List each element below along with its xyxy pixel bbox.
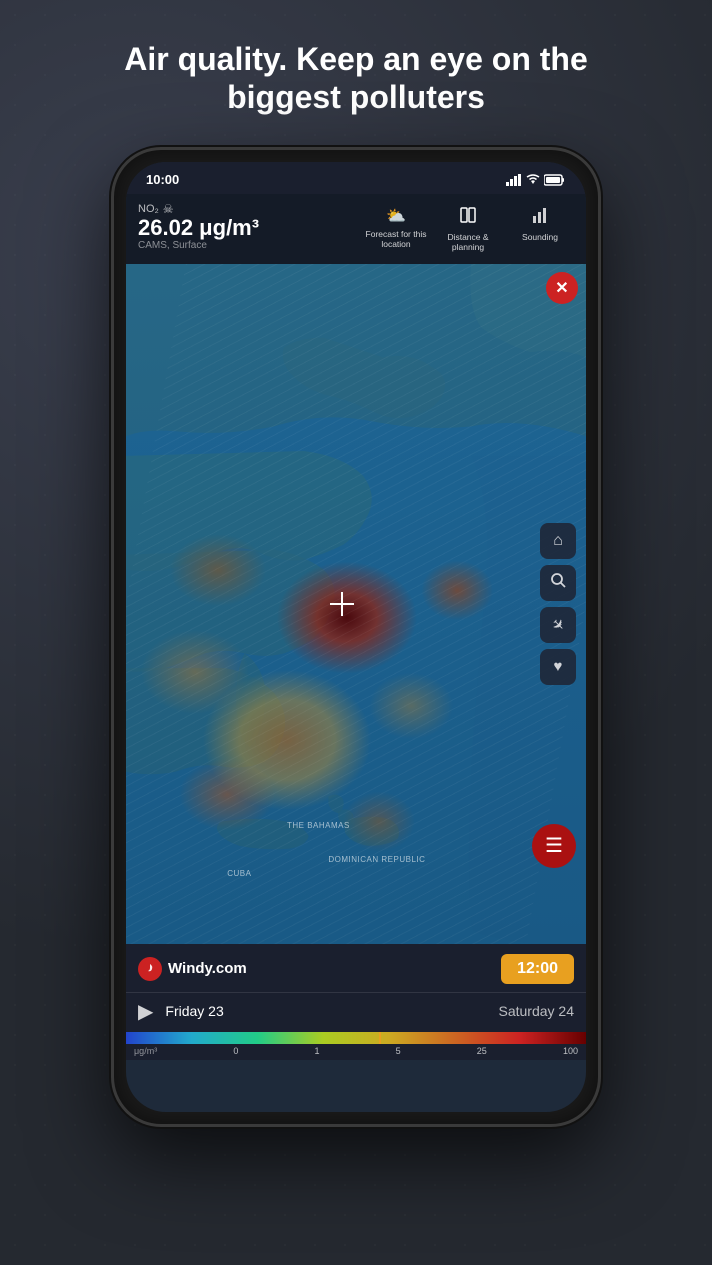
wifi-icon: [526, 174, 540, 186]
playback-bar: ▶ Friday 23 Saturday 24: [126, 992, 586, 1032]
sounding-label: Sounding: [522, 232, 558, 242]
close-icon: ✕: [555, 278, 568, 298]
phone-screen: 10:00: [126, 162, 586, 1112]
headline-line1: Air quality. Keep an eye on the: [124, 41, 588, 77]
status-icons: [506, 174, 566, 186]
search-button[interactable]: [540, 565, 576, 601]
heart-icon: ♥: [554, 658, 563, 675]
menu-icon: ☰: [545, 836, 563, 856]
current-time-badge[interactable]: 12:00: [501, 954, 574, 984]
scale-labels: μg/m³ 0 1 5 25 100: [126, 1044, 586, 1060]
brand-text: Windy.com: [168, 960, 247, 977]
sounding-button[interactable]: Sounding: [506, 202, 574, 246]
scale-val-0: 0: [233, 1046, 238, 1056]
action-buttons: ⛅ Forecast for this location Distance & …: [362, 202, 574, 256]
status-bar: 10:00: [126, 162, 586, 194]
forecast-button[interactable]: ⛅ Forecast for this location: [362, 202, 430, 253]
pollution-info: NO₂ ☠ 26.02 μg/m³ CAMS, Surface: [138, 202, 362, 251]
home-button[interactable]: ⌂: [540, 523, 576, 559]
distance-icon: [459, 206, 477, 229]
phone-shell: 10:00: [111, 147, 601, 1127]
info-bar: NO₂ ☠ 26.02 μg/m³ CAMS, Surface ⛅ Foreca…: [126, 194, 586, 264]
forecast-label: Forecast for this location: [364, 229, 428, 249]
wind-lines: [126, 264, 586, 944]
close-button[interactable]: ✕: [546, 272, 578, 304]
crosshair: [330, 592, 354, 616]
phone-mockup: 10:00: [111, 147, 601, 1127]
distance-label: Distance & planning: [436, 232, 500, 252]
airplane-button[interactable]: ✈: [540, 607, 576, 643]
scale-val-2: 5: [396, 1046, 401, 1056]
airplane-icon: ✈: [547, 614, 569, 636]
bottom-bar: Windy.com 12:00 ▶ Friday 23 Saturday 24: [126, 944, 586, 1060]
skull-icon: ☠: [163, 202, 174, 216]
windy-logo: [138, 957, 162, 981]
brand-time-bar: Windy.com 12:00: [126, 944, 586, 992]
no2-value: 26.02 μg/m³: [138, 216, 362, 240]
forecast-icon: ⛅: [386, 206, 406, 226]
headline: Air quality. Keep an eye on the biggest …: [64, 0, 648, 147]
favorite-button[interactable]: ♥: [540, 649, 576, 685]
headline-line2: biggest polluters: [227, 79, 485, 115]
search-icon: [549, 571, 567, 594]
compound-name: NO₂: [138, 203, 159, 215]
sounding-icon: [531, 206, 549, 229]
play-button[interactable]: ▶: [138, 999, 153, 1024]
home-icon: ⌂: [553, 532, 563, 550]
scale-val-3: 25: [477, 1046, 487, 1056]
timeline-indicator: [379, 1032, 381, 1044]
no2-label: NO₂ ☠: [138, 202, 362, 216]
scale-val-1: 1: [314, 1046, 319, 1056]
right-buttons: ⌂ ✈: [540, 523, 576, 685]
menu-fab[interactable]: ☰: [532, 824, 576, 868]
signal-icon: [506, 174, 522, 186]
windy-brand: Windy.com: [138, 957, 247, 981]
status-time: 10:00: [146, 172, 179, 187]
day1-label: Friday 23: [165, 1003, 223, 1019]
distance-button[interactable]: Distance & planning: [434, 202, 502, 256]
map-canvas: THE BAHAMAS CUBA DOMINICAN REPUBLIC ✕ ⌂: [126, 264, 586, 944]
color-scale: [126, 1032, 586, 1044]
scale-unit: μg/m³: [134, 1046, 157, 1056]
day2-label: Saturday 24: [499, 1003, 575, 1019]
day-labels: Friday 23 Saturday 24: [165, 1003, 574, 1019]
scale-val-4: 100: [563, 1046, 578, 1056]
no2-source: CAMS, Surface: [138, 240, 362, 251]
battery-icon: [544, 174, 566, 186]
map-area[interactable]: THE BAHAMAS CUBA DOMINICAN REPUBLIC ✕ ⌂: [126, 264, 586, 944]
